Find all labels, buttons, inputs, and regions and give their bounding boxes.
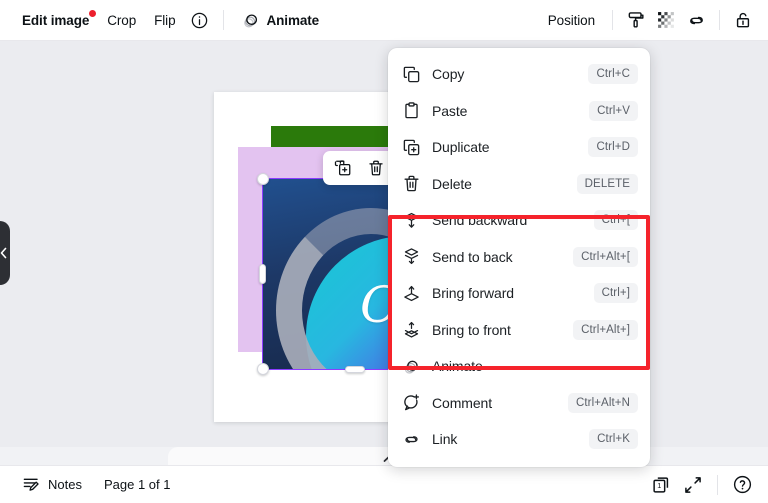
- toolbar-divider-2: [612, 10, 613, 30]
- context-menu-label: Send to back: [432, 248, 513, 265]
- position-button[interactable]: Position: [539, 7, 604, 34]
- page-count-button[interactable]: 1: [646, 470, 676, 500]
- fullscreen-button[interactable]: [678, 470, 708, 500]
- flip-button[interactable]: Flip: [145, 7, 184, 34]
- context-menu-item-animate[interactable]: Animate: [388, 348, 650, 385]
- context-menu-item-copy[interactable]: Copy Ctrl+C: [388, 56, 650, 93]
- toolbar-left-group: Edit image Crop Flip Animate: [0, 5, 328, 36]
- paste-icon: [402, 101, 427, 120]
- position-label: Position: [547, 12, 595, 28]
- bring-forward-icon: [402, 284, 427, 303]
- context-menu-label: Bring to front: [432, 321, 511, 338]
- context-menu-label: Bring forward: [432, 285, 514, 302]
- delete-icon: [369, 160, 383, 176]
- duplicate-icon: [402, 138, 427, 157]
- context-menu-shortcut: Ctrl+D: [588, 137, 638, 158]
- bottom-bar-left-group: Notes Page 1 of 1: [0, 470, 179, 499]
- chevron-left-icon: [0, 247, 7, 259]
- top-toolbar: Edit image Crop Flip Animate Position: [0, 0, 768, 41]
- bottom-bar-divider: [717, 474, 718, 495]
- context-menu-label: Copy: [432, 66, 465, 83]
- toolbar-divider-3: [719, 10, 720, 30]
- context-menu-label: Send backward: [432, 212, 528, 229]
- toolbar-divider-1: [222, 10, 224, 30]
- comment-icon: [402, 393, 427, 412]
- context-menu-item-send-to-back[interactable]: Send to back Ctrl+Alt+[: [388, 239, 650, 276]
- context-menu-shortcut: DELETE: [576, 173, 638, 194]
- animate-icon: [243, 13, 257, 27]
- paint-roller-icon: [628, 12, 644, 28]
- context-menu-shortcut: Ctrl+[: [593, 210, 638, 231]
- side-panel-toggle[interactable]: [0, 221, 10, 285]
- bottom-bar-right-group: 1: [646, 470, 768, 500]
- edit-image-label: Edit image: [22, 12, 90, 28]
- context-menu-label: Comment: [432, 394, 492, 411]
- element-quick-toolbar: [323, 151, 396, 185]
- context-menu-shortcut: Ctrl+Alt+[: [573, 246, 638, 267]
- context-menu-label: Link: [432, 431, 458, 448]
- paint-roller-button[interactable]: [621, 5, 651, 35]
- notes-icon: [23, 478, 39, 491]
- context-menu: Copy Ctrl+C Paste Ctrl+V Duplicate Ctrl+…: [388, 48, 650, 467]
- page-indicator[interactable]: Page 1 of 1: [95, 472, 180, 497]
- page-count-value: 1: [657, 481, 661, 490]
- pages-icon: 1: [653, 476, 669, 493]
- info-circle-icon: [191, 12, 208, 28]
- animate-button[interactable]: Animate: [232, 5, 329, 36]
- notes-button[interactable]: Notes: [13, 470, 91, 499]
- transparency-button[interactable]: [651, 5, 681, 35]
- context-menu-shortcut: Ctrl+K: [589, 429, 638, 450]
- context-menu-shortcut: Ctrl+Alt+]: [573, 319, 638, 340]
- crop-label: Crop: [107, 12, 137, 28]
- context-menu-shortcut: Ctrl+Alt+N: [567, 392, 638, 413]
- context-menu-shortcut: Ctrl+C: [588, 64, 638, 85]
- canvas-workspace[interactable]: Ca: [0, 41, 768, 465]
- send-backward-icon: [402, 211, 427, 230]
- context-menu-item-bring-forward[interactable]: Bring forward Ctrl+]: [388, 275, 650, 312]
- context-menu-label: Animate: [432, 358, 483, 375]
- page-indicator-label: Page 1 of 1: [103, 477, 171, 492]
- context-menu-item-delete[interactable]: Delete DELETE: [388, 166, 650, 203]
- bottom-bar: Notes Page 1 of 1 1: [0, 465, 768, 503]
- animate-icon: [402, 357, 427, 376]
- send-to-back-icon: [402, 247, 427, 266]
- notes-label: Notes: [48, 477, 82, 492]
- info-button[interactable]: [185, 5, 215, 35]
- context-menu-item-comment[interactable]: Comment Ctrl+Alt+N: [388, 385, 650, 422]
- canva-editor-window: Edit image Crop Flip Animate Position Co…: [0, 0, 768, 503]
- link-icon: [402, 430, 427, 449]
- link-button[interactable]: [681, 5, 711, 35]
- context-menu-shortcut: Ctrl+V: [589, 100, 638, 121]
- expand-icon: [685, 476, 701, 493]
- notification-dot-icon: [89, 9, 97, 17]
- edit-image-button[interactable]: Edit image: [13, 7, 98, 34]
- lock-button[interactable]: [728, 5, 758, 35]
- duplicate-element-button[interactable]: [328, 154, 358, 182]
- duplicate-icon: [334, 160, 351, 176]
- toolbar-right-group: Position: [539, 5, 768, 35]
- context-menu-label: Duplicate: [432, 139, 490, 156]
- context-menu-label: Delete: [432, 175, 472, 192]
- animate-label: Animate: [266, 12, 320, 28]
- context-menu-item-bring-to-front[interactable]: Bring to front Ctrl+Alt+]: [388, 312, 650, 349]
- context-menu-item-duplicate[interactable]: Duplicate Ctrl+D: [388, 129, 650, 166]
- context-menu-shortcut: Ctrl+]: [593, 283, 638, 304]
- help-button[interactable]: [727, 470, 757, 500]
- help-circle-icon: [733, 475, 751, 494]
- context-menu-item-paste[interactable]: Paste Ctrl+V: [388, 93, 650, 130]
- bring-to-front-icon: [402, 320, 427, 339]
- crop-button[interactable]: Crop: [98, 7, 145, 34]
- transparency-icon: [657, 11, 674, 28]
- trash-icon: [402, 174, 427, 193]
- unlock-icon: [736, 12, 750, 28]
- link-icon: [689, 16, 703, 24]
- context-menu-item-send-backward[interactable]: Send backward Ctrl+[: [388, 202, 650, 239]
- context-menu-item-link[interactable]: Link Ctrl+K: [388, 421, 650, 458]
- context-menu-label: Paste: [432, 102, 468, 119]
- delete-element-button[interactable]: [361, 154, 391, 182]
- copy-icon: [402, 65, 427, 84]
- flip-label: Flip: [154, 12, 176, 28]
